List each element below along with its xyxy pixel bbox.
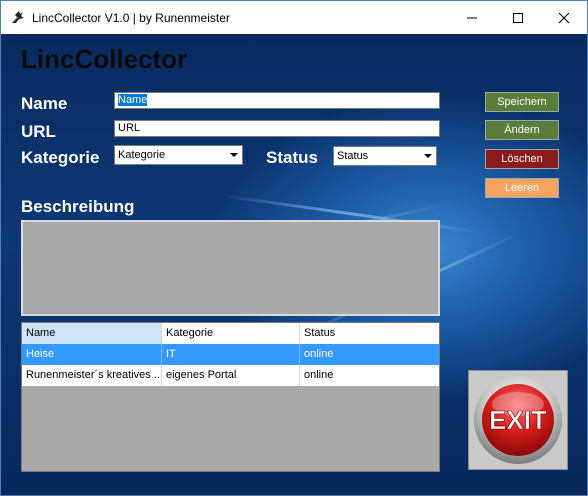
maximize-icon — [513, 12, 523, 23]
table-cell: eigenes Portal — [162, 365, 300, 386]
url-field[interactable]: URL — [114, 120, 440, 137]
edit-button[interactable]: Ändern — [485, 120, 559, 140]
name-field-value: Name — [118, 94, 148, 106]
links-table[interactable]: Name Kategorie Status Heise IT online Ru… — [21, 322, 440, 472]
dropdown-arrow-icon — [225, 146, 242, 164]
app-icon — [12, 11, 24, 23]
main-panel: LincCollector Name Name URL URL Kategori… — [1, 34, 587, 495]
table-cell: Runenmeister´s kreatives ... — [22, 365, 162, 386]
clear-button[interactable]: Leeren — [485, 178, 559, 198]
minimize-icon — [467, 17, 477, 18]
exit-icon: EXIT — [474, 376, 562, 464]
table-cell: online — [304, 348, 334, 360]
exit-button[interactable]: EXIT — [468, 370, 568, 470]
table-cell: online — [304, 369, 334, 381]
table-cell: IT — [162, 344, 300, 365]
close-icon — [558, 12, 570, 23]
title-bar[interactable]: LincCollector V1.0 | by Runenmeister — [1, 1, 587, 34]
delete-button[interactable]: Löschen — [485, 149, 559, 169]
maximize-button[interactable] — [495, 1, 541, 34]
save-button[interactable]: Speichern — [485, 92, 559, 112]
url-field-value: URL — [118, 122, 141, 134]
table-row[interactable]: Heise IT online — [22, 344, 439, 365]
column-header[interactable]: Kategorie — [162, 323, 300, 344]
dropdown-arrow-icon — [419, 147, 436, 165]
table-cell: Heise — [22, 344, 162, 365]
status-label: Status — [266, 148, 318, 167]
description-label: Beschreibung — [21, 197, 135, 216]
page-title: LincCollector — [21, 44, 188, 74]
status-select[interactable]: Status — [333, 146, 437, 166]
table-row[interactable]: Runenmeister´s kreatives ... eigenes Por… — [22, 365, 439, 386]
close-button[interactable] — [541, 1, 587, 34]
column-header[interactable]: Status — [300, 323, 439, 344]
name-field[interactable]: Name — [114, 92, 440, 109]
category-select-value: Kategorie — [118, 149, 166, 161]
name-label: Name — [21, 94, 68, 113]
app-window: LincCollector V1.0 | by Runenmeister Lin… — [0, 0, 588, 496]
window-title: LincCollector V1.0 | by Runenmeister — [32, 11, 230, 25]
status-select-value: Status — [337, 150, 369, 162]
category-select[interactable]: Kategorie — [114, 145, 243, 165]
category-label: Kategorie — [21, 148, 100, 167]
minimize-button[interactable] — [449, 1, 495, 34]
url-label: URL — [21, 122, 56, 141]
column-header[interactable]: Name — [22, 323, 162, 344]
table-header: Name Kategorie Status — [22, 323, 439, 344]
description-field[interactable] — [21, 220, 440, 316]
exit-button-label: EXIT — [489, 405, 547, 435]
